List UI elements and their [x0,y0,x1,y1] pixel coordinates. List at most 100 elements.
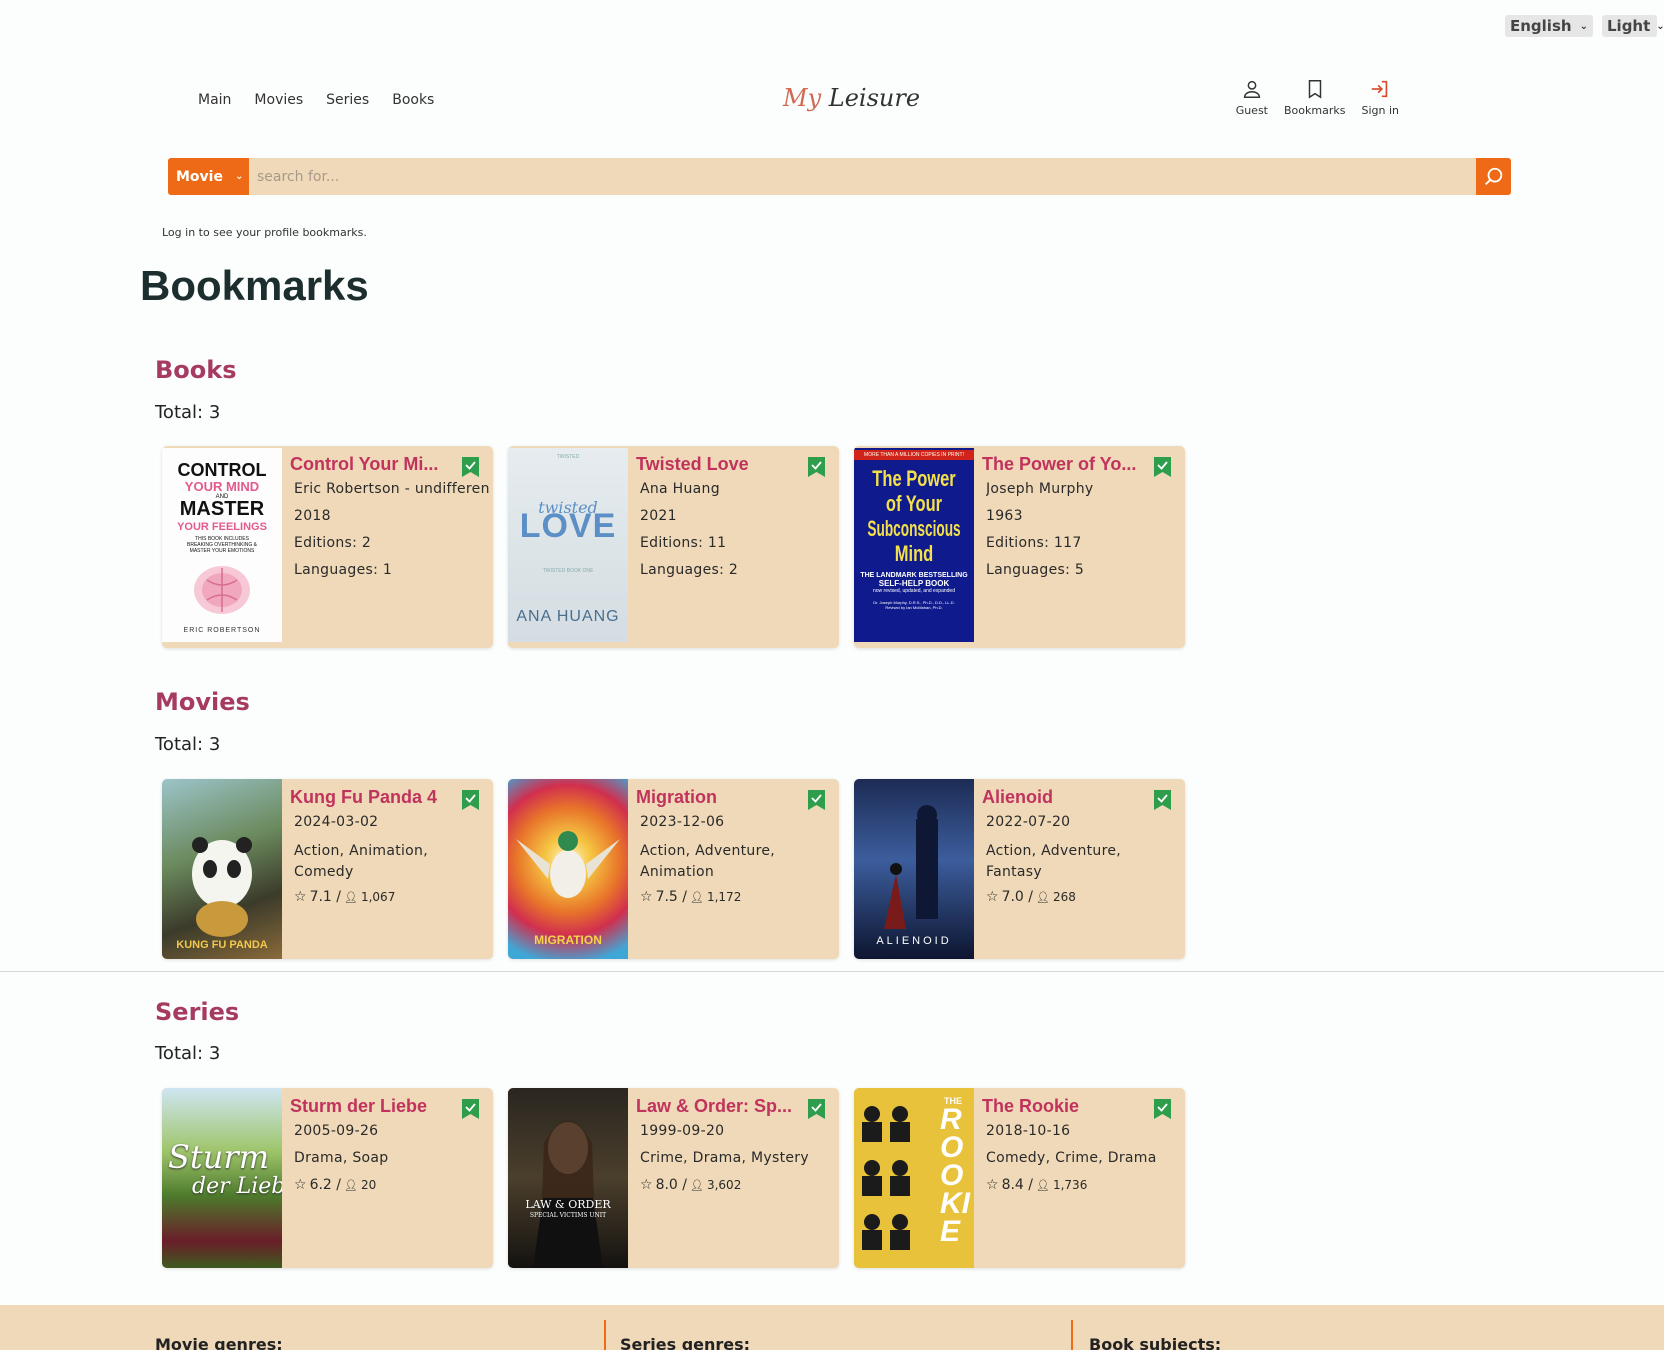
rating-value: 8.0 / [655,1177,687,1193]
series-rating: ☆ 8.4 / 👤︎ 1,736 [986,1177,1185,1193]
footer-divider [604,1320,606,1350]
series-date: 2005-09-26 [294,1123,379,1139]
search-icon [1484,167,1502,185]
sign-in-icon [1371,80,1388,98]
series-card[interactable]: Sturm der Liebe Sturm der Liebe 2005-09-… [162,1088,493,1268]
series-card[interactable]: LAW & ORDER SPECIAL VICTIMS UNIT Law & O… [508,1088,839,1268]
search-bar: Movie ⌄ [168,158,1511,195]
nav-movies[interactable]: Movies [254,92,303,108]
movie-card[interactable]: ALIENOID Alienoid 2022-07-20 Action, Adv… [854,779,1185,959]
series-title[interactable]: Law & Order: Sp... [636,1096,801,1117]
bookmark-check-icon[interactable] [462,790,479,810]
books-list: CONTROL YOUR MIND AND MASTER YOUR FEELIN… [162,446,1185,648]
series-genres: Drama, Soap [294,1150,389,1166]
book-title[interactable]: Control Your Mi... [290,454,455,475]
cover-text: now revised, updated, and expanded [872,588,955,594]
bookmark-check-icon[interactable] [1154,790,1171,810]
series-poster[interactable]: LAW & ORDER SPECIAL VICTIMS UNIT [508,1088,628,1268]
user-icon: 👤︎ [690,1178,704,1192]
cover-text: MASTER YOUR EMOTIONS [189,548,255,554]
cover-text: The Power [872,466,956,491]
book-author: Eric Robertson - undifferen [294,481,490,497]
site-logo[interactable]: My Leisure [783,84,920,112]
series-title[interactable]: The Rookie [982,1096,1147,1117]
movie-title[interactable]: Migration [636,787,801,808]
user-icon [1243,80,1260,98]
language-select[interactable]: English ⌄ [1505,15,1593,37]
series-poster[interactable]: Sturm der Liebe [162,1088,282,1268]
series-title[interactable]: Sturm der Liebe [290,1096,455,1117]
series-genres: Comedy, Crime, Drama [986,1150,1157,1166]
poster-text: der Liebe [192,1174,282,1199]
rating-value: 7.0 / [1001,889,1033,905]
search-button[interactable] [1476,158,1511,195]
book-card[interactable]: TWISTED twisted LOVE TWISTED BOOK ONE AN… [508,446,839,648]
cover-text: SELF-HELP BOOK [878,579,950,588]
nav-series[interactable]: Series [326,92,369,108]
bookmark-check-icon[interactable] [462,1099,479,1119]
star-icon: ☆ [986,1177,999,1193]
bookmark-check-icon[interactable] [808,1099,825,1119]
movie-card[interactable]: KUNG FU PANDA Kung Fu Panda 4 2024-03-02… [162,779,493,959]
language-value: English [1510,17,1572,35]
movie-title[interactable]: Kung Fu Panda 4 [290,787,455,808]
cover-text: MORE THAN A MILLION COPIES IN PRINT! [854,450,974,460]
series-rating: ☆ 6.2 / 👤︎ 20 [294,1177,493,1193]
bookmark-check-icon[interactable] [808,790,825,810]
book-title[interactable]: The Power of Yo... [982,454,1147,475]
login-hint: Log in to see your profile bookmarks. [162,226,367,239]
movie-date: 2023-12-06 [640,814,725,830]
cover-author: ERIC ROBERTSON [183,627,261,634]
series-card[interactable]: THE ROOKIE The Rookie 2018-10-16 Comedy,… [854,1088,1185,1268]
vote-count: 20 [360,1178,377,1192]
movie-rating: ☆ 7.0 / 👤︎ 268 [986,889,1185,905]
book-card[interactable]: MORE THAN A MILLION COPIES IN PRINT! The… [854,446,1185,648]
search-input[interactable] [249,158,1476,195]
bookmark-check-icon[interactable] [808,457,825,477]
page-title: Bookmarks [140,262,369,309]
main-nav: Main Movies Series Books [198,92,434,108]
star-icon: ☆ [640,1177,653,1193]
movie-genres: Action, Adventure, Fantasy [986,843,1122,880]
book-cover[interactable]: MORE THAN A MILLION COPIES IN PRINT! The… [854,448,974,642]
user-icon: 👤︎ [1036,1178,1050,1192]
cover-text: of Your [885,491,943,516]
bookmark-check-icon[interactable] [1154,1099,1171,1119]
chevron-down-icon: ⌄ [234,171,244,182]
panda-illustration [192,837,252,937]
bookmark-check-icon[interactable] [462,457,479,477]
sign-in-button[interactable]: Sign in [1361,78,1399,117]
bookmark-check-icon[interactable] [1154,457,1171,477]
book-cover[interactable]: CONTROL YOUR MIND AND MASTER YOUR FEELIN… [162,448,282,642]
theme-select[interactable]: Light ⌄ [1602,15,1664,37]
book-author: Ana Huang [640,481,720,497]
series-genres: Crime, Drama, Mystery [640,1150,809,1166]
cover-text: MASTER [179,498,265,520]
series-poster[interactable]: THE ROOKIE [854,1088,974,1268]
guest-label: Guest [1235,104,1268,117]
bookmarks-button[interactable]: Bookmarks [1284,78,1345,117]
nav-books[interactable]: Books [392,92,434,108]
guest-button[interactable]: Guest [1236,78,1268,117]
chevron-down-icon: ⌄ [1656,20,1664,32]
movie-card[interactable]: MIGRATION Migration 2023-12-06 Action, A… [508,779,839,959]
rating-value: 7.5 / [655,889,687,905]
movie-title[interactable]: Alienoid [982,787,1147,808]
search-type-select[interactable]: Movie ⌄ [168,158,249,195]
star-icon: ☆ [294,1177,307,1193]
nav-main[interactable]: Main [198,92,231,108]
movies-total: Total: 3 [155,734,221,755]
movie-poster[interactable]: KUNG FU PANDA [162,779,282,959]
poster-text: MIGRATION [534,933,602,947]
cover-text: YOUR FEELINGS [177,521,267,533]
section-divider [0,971,1664,972]
book-cover[interactable]: TWISTED twisted LOVE TWISTED BOOK ONE AN… [508,448,628,642]
book-title[interactable]: Twisted Love [636,454,801,475]
movie-poster[interactable]: ALIENOID [854,779,974,959]
movie-poster[interactable]: MIGRATION [508,779,628,959]
header: Main Movies Series Books My Leisure Gues… [0,78,1664,128]
cover-text: TWISTED BOOK ONE [542,568,594,574]
top-controls: English ⌄ Light ⌄ [1505,15,1664,37]
poster-text: KUNG FU PANDA [176,939,268,951]
book-card[interactable]: CONTROL YOUR MIND AND MASTER YOUR FEELIN… [162,446,493,648]
